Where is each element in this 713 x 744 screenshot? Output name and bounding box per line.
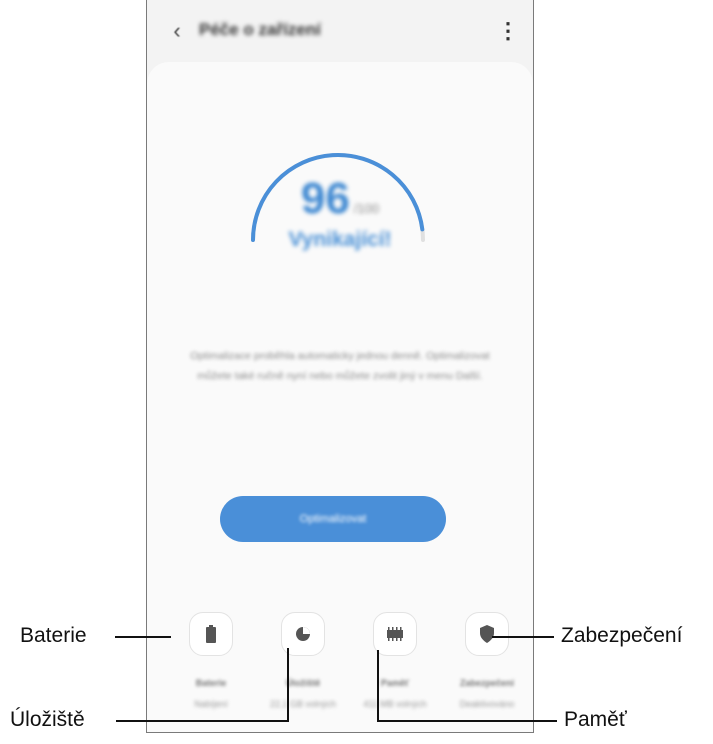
shield-icon [480, 625, 494, 643]
memory-chip-icon [387, 627, 403, 641]
callout-line-battery [115, 636, 171, 638]
feature-status: Nabíjení [194, 699, 228, 709]
more-vert-icon: ⋮ [497, 18, 519, 43]
feature-status: 22,1 GB volných [269, 699, 337, 709]
feature-name: Paměť [380, 678, 410, 688]
callout-line-storage-v [287, 648, 289, 722]
feature-name: Baterie [195, 678, 227, 688]
memory-button[interactable] [373, 612, 417, 656]
battery-button[interactable] [189, 612, 233, 656]
callout-line-storage-h [116, 720, 289, 722]
app-bar: ‹ Péče o zařízení ⋮ [147, 0, 533, 62]
feature-security[interactable]: Zabezpečení Deaktivováno [441, 612, 533, 711]
optimize-button-label: Optimalizovat [299, 513, 367, 525]
optimize-button[interactable]: Optimalizovat [220, 496, 446, 542]
feature-status: Deaktivováno [459, 699, 515, 709]
feature-memory[interactable]: Paměť 411 MB volných [349, 612, 441, 711]
phone-screen: ‹ Péče o zařízení ⋮ 96/100 Vynikající! O… [146, 0, 534, 733]
feature-name: Zabezpečení [459, 678, 515, 688]
callout-line-memory-v [377, 650, 379, 722]
callout-memory: Paměť [564, 708, 627, 731]
feature-battery[interactable]: Baterie Nabíjení [165, 612, 257, 711]
battery-icon [206, 625, 216, 643]
callout-security: Zabezpečení [561, 624, 683, 647]
score-value: 96 [300, 174, 350, 223]
security-button[interactable] [465, 612, 509, 656]
score-label: Vynikající! [288, 228, 392, 251]
page-title: Péče o zařízení [199, 20, 321, 39]
score-readout: 96/100 [147, 174, 533, 224]
more-options-button[interactable]: ⋮ [497, 18, 519, 44]
device-care-card: 96/100 Vynikající! Optimalizace proběhla… [147, 62, 533, 732]
feature-name: Úložiště [285, 678, 321, 688]
feature-status: 411 MB volných [363, 699, 427, 709]
callout-line-security [492, 636, 554, 638]
callout-line-memory-h [377, 720, 557, 722]
back-button[interactable]: ‹ [165, 19, 189, 43]
storage-pie-icon [296, 627, 310, 641]
callout-storage: Úložiště [10, 708, 85, 731]
score-max: /100 [353, 201, 380, 216]
callout-battery: Baterie [20, 624, 87, 647]
feature-storage[interactable]: Úložiště 22,1 GB volných [257, 612, 349, 711]
description-text: Optimalizace proběhla automaticky jednou… [190, 350, 490, 382]
chevron-left-icon: ‹ [173, 18, 181, 43]
